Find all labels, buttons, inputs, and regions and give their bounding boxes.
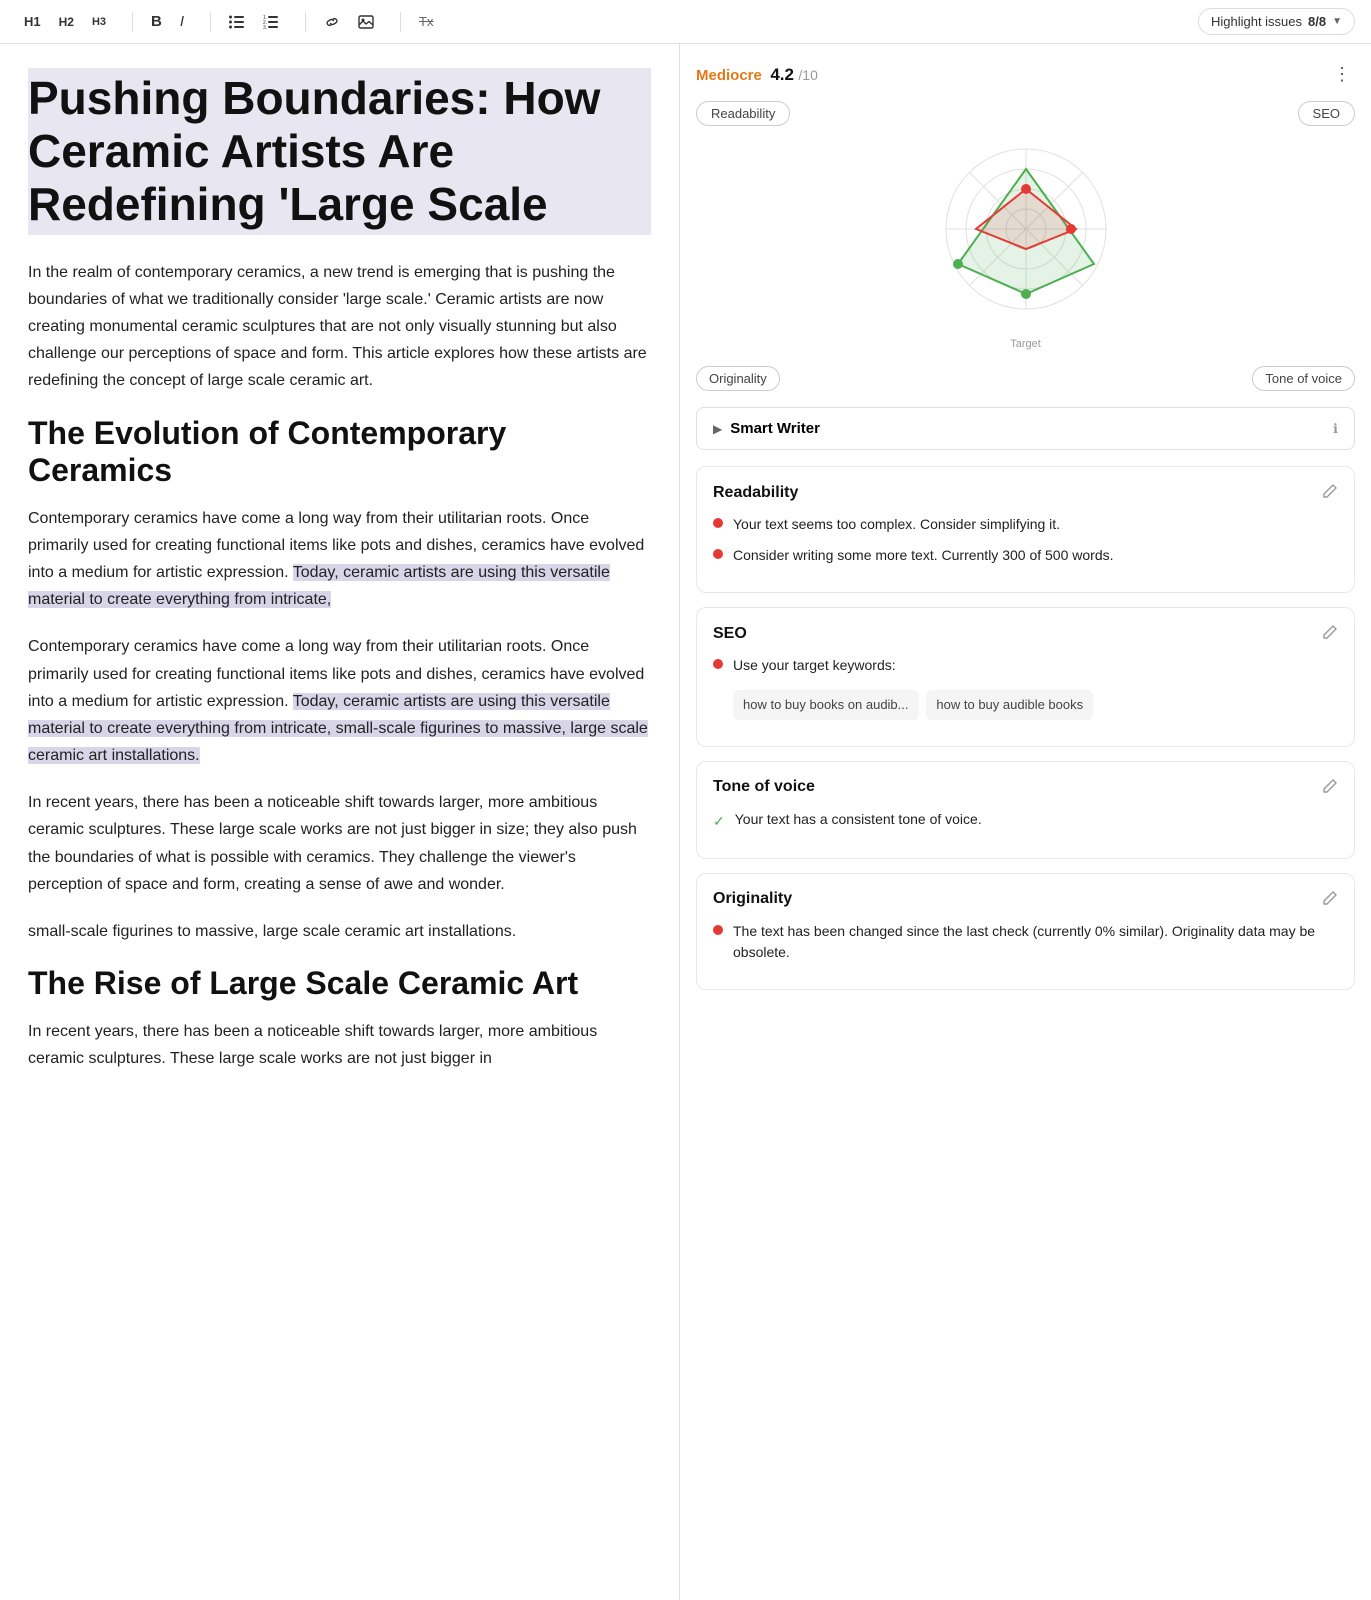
h2-button[interactable]: H2 <box>51 11 82 33</box>
originality-card-header: Originality <box>713 890 1338 909</box>
italic-button[interactable]: I <box>172 9 192 34</box>
divider-1 <box>132 12 133 32</box>
keyword-tag-2[interactable]: how to buy audible books <box>926 690 1093 720</box>
list-group: 1. 2. 3. <box>221 11 287 33</box>
readability-item-2: Consider writing some more text. Current… <box>713 545 1338 566</box>
chevron-down-icon: ▼ <box>1332 16 1342 27</box>
tone-text-1: Your text has a consistent tone of voice… <box>735 809 982 830</box>
insert-group <box>316 10 382 34</box>
score-section: Mediocre 4.2 /10 ⋮ Readability SEO <box>696 60 1355 391</box>
section-h2-2[interactable]: The Rise of Large Scale Ceramic Art <box>28 965 651 1002</box>
intro-paragraph[interactable]: In the realm of contemporary ceramics, a… <box>28 259 651 395</box>
info-icon[interactable]: ℹ <box>1333 421 1338 437</box>
toolbar: H1 H2 H3 B I 1. 2. 3. <box>0 0 1371 44</box>
readability-card: Readability Your text seems too complex.… <box>696 466 1355 593</box>
score-quality-label: Mediocre <box>696 67 762 84</box>
format-group: B I <box>143 9 192 34</box>
readability-edit-icon[interactable] <box>1322 483 1338 502</box>
readability-card-title: Readability <box>713 484 798 502</box>
seo-card-title: SEO <box>713 625 747 643</box>
paragraph-5[interactable]: In recent years, there has been a notice… <box>28 1018 651 1072</box>
readability-tab[interactable]: Readability <box>696 101 790 126</box>
seo-red-dot-icon <box>713 659 723 669</box>
seo-tab[interactable]: SEO <box>1298 101 1355 126</box>
highlighted-text-1: Today, ceramic artists are using this ve… <box>28 564 610 608</box>
section-h2-1[interactable]: The Evolution of Contemporary Ceramics <box>28 415 651 489</box>
seo-edit-icon[interactable] <box>1322 624 1338 643</box>
tone-card-title: Tone of voice <box>713 778 815 796</box>
highlight-label: Highlight issues <box>1211 14 1302 29</box>
green-check-icon: ✓ <box>713 811 725 832</box>
originality-red-dot-icon <box>713 925 723 935</box>
readability-item-1: Your text seems too complex. Consider si… <box>713 514 1338 535</box>
chevron-right-icon: ▶ <box>713 422 722 436</box>
seo-item-1: Use your target keywords: how to buy boo… <box>713 655 1338 720</box>
readability-text-2: Consider writing some more text. Current… <box>733 545 1114 566</box>
editor-panel: Pushing Boundaries: How Ceramic Artists … <box>0 44 680 1600</box>
bold-button[interactable]: B <box>143 9 170 34</box>
originality-item-1: The text has been changed since the last… <box>713 921 1338 963</box>
clear-format-button[interactable]: Tx <box>411 10 441 33</box>
smart-writer-row[interactable]: ▶ Smart Writer ℹ <box>696 407 1355 450</box>
divider-3 <box>305 12 306 32</box>
red-dot-icon-2 <box>713 549 723 559</box>
originality-edit-icon[interactable] <box>1322 890 1338 909</box>
highlight-count: 8/8 <box>1308 14 1326 29</box>
h1-button[interactable]: H1 <box>16 10 49 33</box>
link-button[interactable] <box>316 10 348 34</box>
radar-target-label: Target <box>1010 338 1041 350</box>
originality-text-1: The text has been changed since the last… <box>733 921 1338 963</box>
article-title[interactable]: Pushing Boundaries: How Ceramic Artists … <box>28 68 651 235</box>
radar-bottom-labels: Originality Tone of voice <box>696 366 1355 391</box>
highlighted-text-2: Today, ceramic artists are using this ve… <box>28 693 648 764</box>
paragraph-4[interactable]: small-scale figurines to massive, large … <box>28 918 651 945</box>
heading-group: H1 H2 H3 <box>16 10 114 33</box>
originality-card-title: Originality <box>713 890 792 908</box>
highlight-issues-button[interactable]: Highlight issues 8/8 ▼ <box>1198 8 1355 35</box>
tone-edit-icon[interactable] <box>1322 778 1338 797</box>
tone-tab[interactable]: Tone of voice <box>1252 366 1355 391</box>
main-container: Pushing Boundaries: How Ceramic Artists … <box>0 44 1371 1600</box>
seo-text-1: Use your target keywords: <box>733 657 896 673</box>
score-tabs: Readability SEO <box>696 101 1355 126</box>
unordered-list-button[interactable] <box>221 11 253 33</box>
h3-button[interactable]: H3 <box>84 12 114 32</box>
score-display: Mediocre 4.2 /10 <box>696 65 818 85</box>
tone-item-1: ✓ Your text has a consistent tone of voi… <box>713 809 1338 832</box>
red-dot-icon <box>713 518 723 528</box>
svg-text:3.: 3. <box>263 25 267 29</box>
image-button[interactable] <box>350 10 382 34</box>
readability-text-1: Your text seems too complex. Consider si… <box>733 514 1060 535</box>
seo-card-header: SEO <box>713 624 1338 643</box>
divider-4 <box>400 12 401 32</box>
originality-tab[interactable]: Originality <box>696 366 780 391</box>
smart-writer-label: Smart Writer <box>730 420 1333 437</box>
originality-card: Originality The text has been changed si… <box>696 873 1355 990</box>
tone-card: Tone of voice ✓ Your text has a consiste… <box>696 761 1355 859</box>
sidebar-menu-icon[interactable]: ⋮ <box>1329 60 1355 89</box>
keyword-tag-1[interactable]: how to buy books on audib... <box>733 690 919 720</box>
radar-chart-container: Target <box>696 134 1355 358</box>
score-denom: /10 <box>798 67 817 83</box>
divider-2 <box>210 12 211 32</box>
score-number: 4.2 <box>770 65 794 84</box>
tone-card-header: Tone of voice <box>713 778 1338 797</box>
sidebar: Mediocre 4.2 /10 ⋮ Readability SEO <box>680 44 1371 1600</box>
readability-card-header: Readability <box>713 483 1338 502</box>
seo-content: Use your target keywords: how to buy boo… <box>733 655 1097 720</box>
paragraph-3[interactable]: In recent years, there has been a notice… <box>28 789 651 898</box>
seo-card: SEO Use your target keywords: how to buy… <box>696 607 1355 747</box>
paragraph-1[interactable]: Contemporary ceramics have come a long w… <box>28 505 651 614</box>
paragraph-2[interactable]: Contemporary ceramics have come a long w… <box>28 633 651 769</box>
ordered-list-button[interactable]: 1. 2. 3. <box>255 11 287 33</box>
radar-chart <box>916 134 1136 334</box>
